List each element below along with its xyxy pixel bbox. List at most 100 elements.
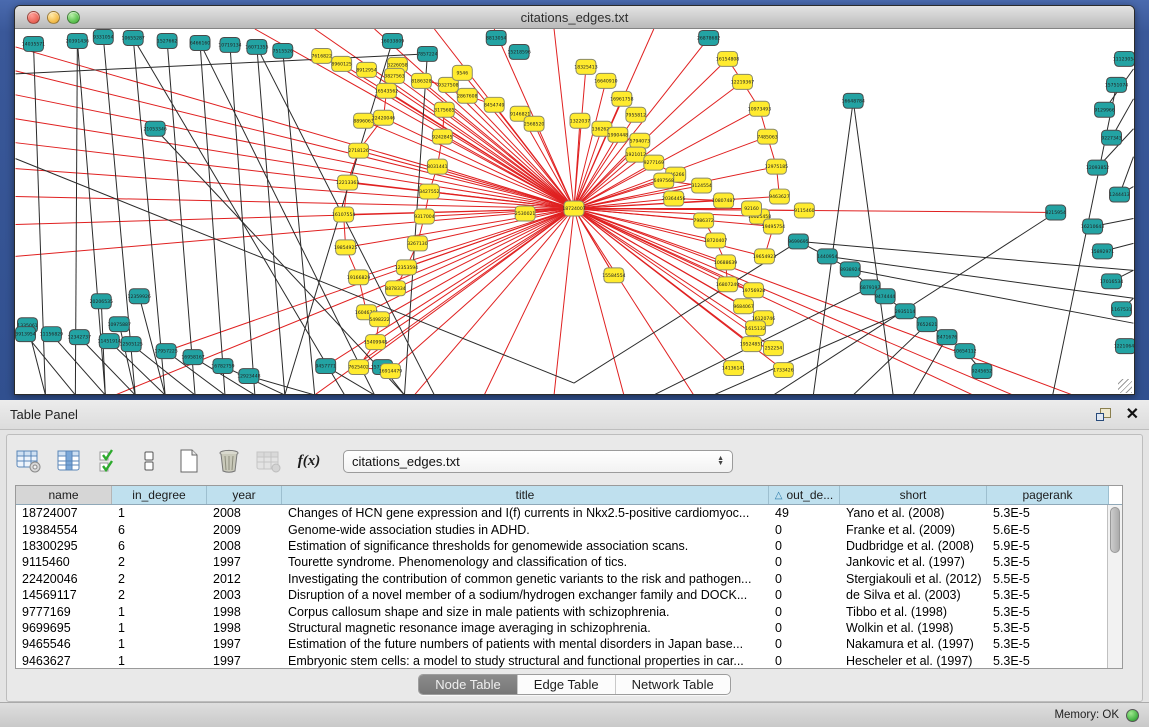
cell-out_de[interactable]: 0 <box>769 538 840 554</box>
cell-short[interactable]: Stergiakouli et al. (2012) <box>840 571 987 587</box>
cell-name[interactable]: 9777169 <box>16 603 112 619</box>
cell-title[interactable]: Tourette syndrome. Phenomenology and cla… <box>282 554 769 570</box>
graph-node[interactable]: 2530021 <box>515 206 535 221</box>
cell-short[interactable]: Jankovic et al. (1997) <box>840 554 987 570</box>
tab-network-table[interactable]: Network Table <box>616 675 730 694</box>
citation-edge-black[interactable] <box>813 101 853 395</box>
cell-year[interactable]: 1997 <box>207 554 282 570</box>
graph-node[interactable]: 5794073 <box>630 133 650 148</box>
graph-node[interactable]: 9546 <box>452 65 472 80</box>
citation-edge-red[interactable] <box>554 209 574 395</box>
window-titlebar[interactable]: citations_edges.txt <box>15 6 1134 29</box>
graph-node[interactable]: 9277169 <box>644 155 664 170</box>
table-row[interactable]: 946554611997Estimation of the future num… <box>16 636 1122 652</box>
graph-node[interactable]: 7616822 <box>311 48 331 63</box>
close-panel-icon[interactable]: ✕ <box>1126 408 1139 422</box>
graph-node[interactable]: 9227343 <box>1101 130 1121 145</box>
graph-node[interactable]: 18724007 <box>562 201 585 216</box>
graph-node[interactable]: 19654923 <box>753 249 776 264</box>
graph-node[interactable]: 22420046 <box>372 110 395 125</box>
citation-edge-black[interactable] <box>167 41 195 395</box>
graph-node[interactable]: 20206535 <box>90 294 113 309</box>
graph-node[interactable]: 1615132 <box>745 321 765 336</box>
graph-node[interactable]: 1733426 <box>773 363 793 378</box>
graph-node[interactable]: 2935114 <box>895 304 915 319</box>
cell-year[interactable]: 1998 <box>207 603 282 619</box>
graph-node[interactable]: 3267130 <box>407 236 427 251</box>
cell-year[interactable]: 2009 <box>207 521 282 537</box>
cell-year[interactable]: 2008 <box>207 505 282 521</box>
tab-edge-table[interactable]: Edge Table <box>518 675 616 694</box>
cell-out_de[interactable]: 0 <box>769 636 840 652</box>
cell-short[interactable]: Dudbridge et al. (2008) <box>840 538 987 554</box>
cell-pagerank[interactable]: 5.5E-5 <box>987 571 1109 587</box>
graph-node[interactable]: 10975887 <box>108 317 131 332</box>
graph-node[interactable]: 16154808 <box>716 51 739 66</box>
graph-node[interactable]: 19524851 <box>740 337 763 352</box>
graph-node[interactable]: 26878682 <box>697 30 720 45</box>
citation-edge-red[interactable] <box>359 209 574 278</box>
graph-node[interactable]: 9474444 <box>875 289 895 304</box>
graph-node[interactable]: 16958167 <box>181 350 204 365</box>
citation-edge-black[interactable] <box>853 101 893 395</box>
graph-node[interactable]: 7485063 <box>757 129 777 144</box>
graph-node[interactable]: 10654112 <box>953 344 976 359</box>
graph-node[interactable]: 8912954 <box>356 62 376 77</box>
citation-edge-black[interactable] <box>283 51 315 395</box>
graph-node[interactable]: 9245652 <box>972 364 992 379</box>
graph-node[interactable]: 10688639 <box>714 255 737 270</box>
cell-title[interactable]: Changes of HCN gene expression and I(f) … <box>282 505 769 521</box>
graph-node[interactable]: 7515526 <box>273 43 293 58</box>
graph-node[interactable]: 1990448 <box>608 127 628 142</box>
graph-node[interactable]: 15892971 <box>1091 244 1114 259</box>
cell-out_de[interactable]: 0 <box>769 603 840 619</box>
graph-node[interactable]: 18325413 <box>574 59 597 74</box>
cell-out_de[interactable]: 0 <box>769 587 840 603</box>
graph-node[interactable]: 7857224 <box>417 46 437 61</box>
column-header-pagerank[interactable]: pagerank <box>987 486 1109 504</box>
cell-pagerank[interactable]: 5.3E-5 <box>987 603 1109 619</box>
citation-edge-black[interactable] <box>913 337 947 395</box>
graph-node[interactable]: 3124554 <box>691 178 711 193</box>
graph-node[interactable]: 10719134 <box>218 37 241 52</box>
cell-in_degree[interactable]: 6 <box>112 521 207 537</box>
graph-node[interactable]: 18720407 <box>704 233 727 248</box>
citation-edge-black[interactable] <box>853 324 927 395</box>
graph-node[interactable]: 9457771 <box>315 359 335 374</box>
cell-out_de[interactable]: 0 <box>769 554 840 570</box>
graph-node[interactable]: 9129966 <box>1094 102 1114 117</box>
graph-node[interactable]: 2718126 <box>348 143 368 158</box>
import-table-disabled-icon[interactable] <box>255 447 283 475</box>
table-selector-dropdown[interactable]: citations_edges.txt ▲▼ <box>343 450 733 473</box>
cell-title[interactable]: Structural magnetic resonance image aver… <box>282 620 769 636</box>
graph-node[interactable]: 9242845 <box>432 129 452 144</box>
cell-short[interactable]: Nakamura et al. (1997) <box>840 636 987 652</box>
graph-node[interactable]: 1322037 <box>570 113 590 128</box>
citation-edge-black[interactable] <box>26 334 76 395</box>
graph-node[interactable]: 3427552 <box>419 184 439 199</box>
graph-node[interactable]: 1440954 <box>817 249 837 264</box>
column-header-title[interactable]: title <box>282 486 769 504</box>
column-chooser-icon[interactable] <box>55 447 83 475</box>
graph-node[interactable]: 10973493 <box>748 101 771 116</box>
graph-node[interactable]: 3175685 <box>434 102 454 117</box>
citation-edge-red[interactable] <box>16 209 574 225</box>
table-settings-icon[interactable] <box>15 447 43 475</box>
graph-node[interactable]: 8031441 <box>427 159 447 174</box>
graph-node[interactable]: 5498222 <box>369 312 389 327</box>
cell-out_de[interactable]: 0 <box>769 653 840 669</box>
graph-node[interactable]: 12975185 <box>765 159 788 174</box>
graph-node[interactable]: 19756928 <box>742 283 765 298</box>
graph-node[interactable]: 9317004 <box>414 209 434 224</box>
citation-edge-red[interactable] <box>574 82 743 209</box>
cell-short[interactable]: Yano et al. (2008) <box>840 505 987 521</box>
cell-pagerank[interactable]: 5.9E-5 <box>987 538 1109 554</box>
cell-in_degree[interactable]: 2 <box>112 587 207 603</box>
cell-name[interactable]: 9465546 <box>16 636 112 652</box>
cell-in_degree[interactable]: 2 <box>112 571 207 587</box>
cell-pagerank[interactable]: 5.3E-5 <box>987 505 1109 521</box>
column-header-year[interactable]: year <box>207 486 282 504</box>
cell-short[interactable]: Wolkin et al. (1998) <box>840 620 987 636</box>
graph-node[interactable]: 16961758 <box>610 91 633 106</box>
network-view-window[interactable]: citations_edges.txt 14035571203914369331… <box>14 5 1135 395</box>
